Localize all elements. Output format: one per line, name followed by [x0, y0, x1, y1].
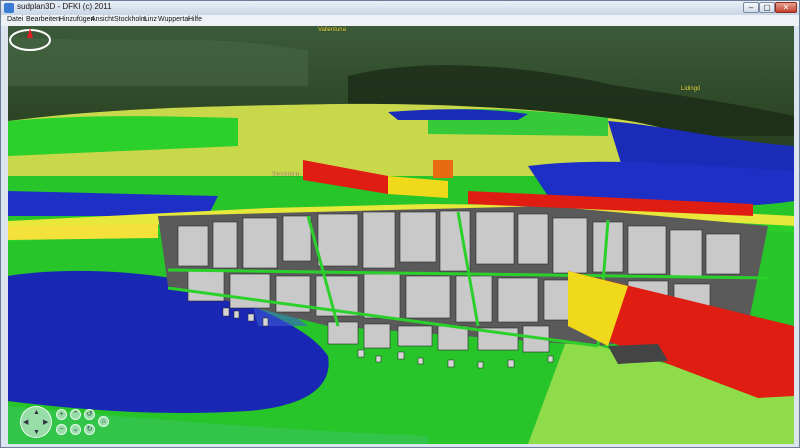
maximize-button[interactable]: ▢: [759, 2, 775, 13]
map-label-lidingo: Lidingö: [681, 86, 701, 92]
tilt-down-icon[interactable]: ⌄: [70, 424, 81, 435]
menu-wuppertal[interactable]: Wuppertal: [158, 16, 190, 23]
window-title: sudplan3D - DFKI (c) 2011: [17, 2, 112, 11]
rotate-right-icon[interactable]: ↻: [84, 424, 95, 435]
title-bar[interactable]: sudplan3D - DFKI (c) 2011 – ▢ ✕: [1, 1, 799, 15]
map-label-vallentuna: Vallentuna: [318, 27, 346, 33]
menu-linz[interactable]: Linz: [144, 16, 157, 23]
building-roof-slab: [608, 344, 668, 364]
map-label-stockholm: Stockholm: [272, 172, 301, 178]
menu-bearbeiten[interactable]: Bearbeiten: [26, 16, 60, 23]
app-icon: [4, 3, 14, 13]
status-bar: [8, 444, 794, 447]
menu-stockholm[interactable]: Stockholm: [114, 16, 147, 23]
close-button[interactable]: ✕: [775, 2, 797, 13]
map-3d-viewport[interactable]: Vallentuna Lidingö Stockholm ▲ ▼ ◀ ▶ + −…: [8, 26, 794, 444]
zoom-out-icon[interactable]: −: [56, 424, 67, 435]
menu-hilfe[interactable]: Hilfe: [188, 16, 202, 23]
menu-ansicht[interactable]: Ansicht: [91, 16, 114, 23]
tilt-up-icon[interactable]: ⌃: [70, 409, 81, 420]
pan-pad-icon[interactable]: ▲ ▼ ◀ ▶: [20, 406, 52, 438]
compass-icon[interactable]: [8, 26, 52, 52]
pollution-wall-yellow-west: [8, 224, 158, 240]
rotate-left-icon[interactable]: ↺: [84, 409, 95, 420]
pollution-tower-orange: [433, 160, 453, 178]
zoom-in-icon[interactable]: +: [56, 409, 67, 420]
menu-bar: Datei Bearbeiten Hinzufügen Ansicht Stoc…: [1, 15, 799, 26]
menu-hinzufuegen[interactable]: Hinzufügen: [59, 16, 94, 23]
reset-view-icon[interactable]: ⌂: [98, 416, 109, 427]
app-window: sudplan3D - DFKI (c) 2011 – ▢ ✕ Datei Be…: [0, 0, 800, 448]
terrain-render: [8, 26, 794, 444]
navigation-controls: ▲ ▼ ◀ ▶ + − ⌃ ⌄ ↺ ↻ ⌂: [18, 404, 118, 440]
minimize-button[interactable]: –: [743, 2, 759, 13]
menu-datei[interactable]: Datei: [7, 16, 23, 23]
